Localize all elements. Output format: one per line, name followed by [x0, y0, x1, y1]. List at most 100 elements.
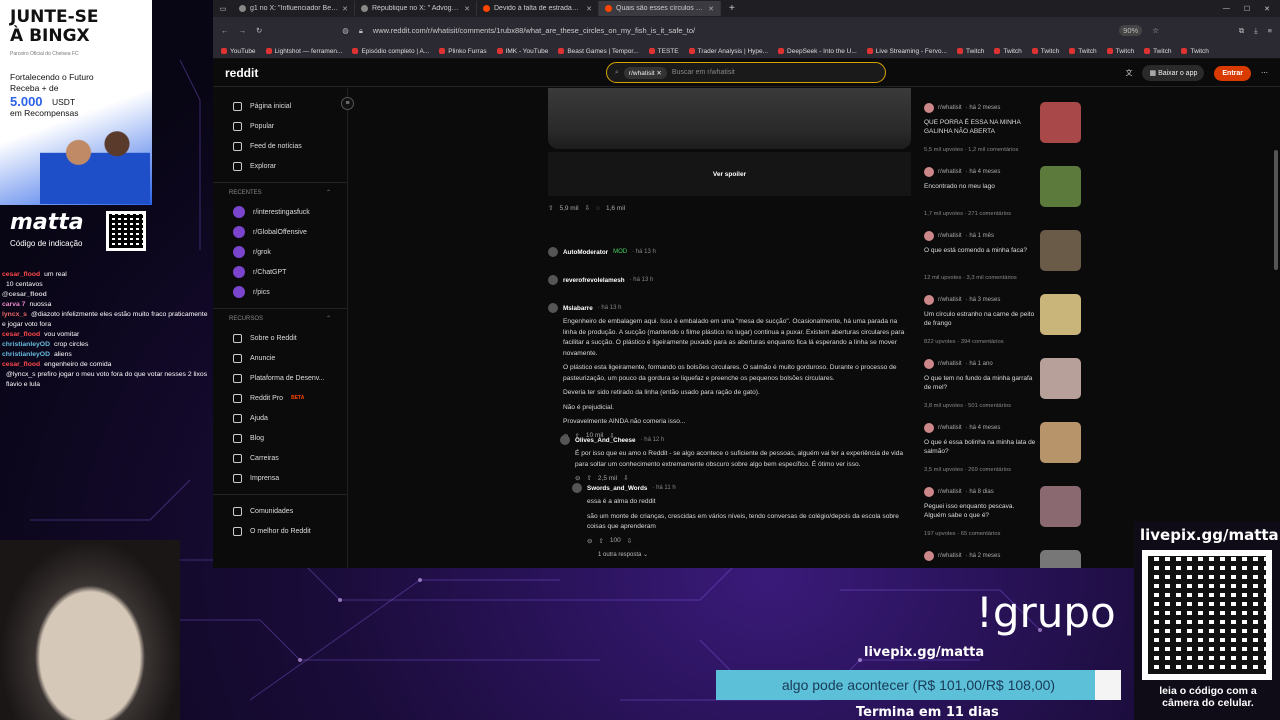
downvote-icon[interactable]: ⇩ — [627, 537, 632, 545]
avatar[interactable] — [548, 275, 558, 285]
sidebar-nav-item[interactable]: Popular — [213, 116, 347, 136]
related-post[interactable]: r/whatisit · há 4 meses O que é essa bolin… — [920, 408, 1085, 473]
comment-author[interactable]: Swords_and_Words — [587, 485, 647, 492]
avatar[interactable] — [548, 303, 558, 313]
search-bar[interactable]: ⌕ r/whatisit ✕ Buscar em r/whatisit — [606, 62, 886, 83]
avatar[interactable] — [548, 247, 558, 257]
bookmark-item[interactable]: YouTube — [221, 48, 256, 55]
upvote-icon[interactable]: ⇧ — [598, 537, 603, 545]
sidebar-resource-item[interactable]: Plataforma de Desenv... — [213, 368, 347, 388]
url-field[interactable]: www.reddit.com/r/whatisit/comments/1rubx… — [373, 26, 1109, 35]
related-post[interactable]: r/whatisit · há 8 dias Peguei isso enquant… — [920, 472, 1085, 537]
comment-icon[interactable]: ◌ — [596, 205, 600, 212]
bookmark-item[interactable]: Twitch — [956, 48, 984, 55]
related-post[interactable]: r/whatisit · há 1 ano O que tem no fundo d… — [920, 344, 1085, 409]
sidebar-nav-item[interactable]: Feed de notícias — [213, 136, 347, 156]
bookmark-item[interactable]: Trader Analysis | Hype... — [688, 48, 768, 55]
subreddit-name[interactable]: r/whatisit — [938, 489, 962, 495]
comment-author[interactable]: Mslabarre — [563, 305, 593, 312]
sidebar-collapse-button[interactable]: ≡ — [341, 97, 354, 110]
search-input[interactable]: Buscar em r/whatisit — [672, 69, 735, 76]
blurred-image[interactable] — [548, 88, 911, 149]
collapse-icon[interactable]: ⊖ — [587, 537, 592, 545]
sidebar-resource-item[interactable]: Blog — [213, 428, 347, 448]
sidebar-recent-item[interactable]: r/ChatGPT — [213, 262, 347, 282]
comment-author[interactable]: Olives_And_Cheese — [575, 437, 636, 444]
related-post-thumbnail[interactable] — [1040, 550, 1081, 568]
sidebar-recent-item[interactable]: r/grok — [213, 242, 347, 262]
login-button[interactable]: Entrar — [1214, 65, 1251, 81]
extensions-icon[interactable]: ⧉ — [1239, 26, 1244, 36]
search-scope-chip[interactable]: r/whatisit ✕ — [623, 66, 667, 79]
collapse-icon[interactable]: ⊖ — [575, 474, 580, 482]
sidebar-resource-item[interactable]: Ajuda — [213, 408, 347, 428]
browser-tab[interactable]: Quais são esses círculos no me ✕ — [599, 1, 721, 16]
sidebar-resource-item[interactable]: Imprensa — [213, 468, 347, 488]
related-post[interactable]: r/whatisit · há 4 meses Encontrado no meu … — [920, 152, 1085, 217]
zoom-level[interactable]: 90% — [1119, 25, 1143, 36]
tab-close-icon[interactable]: ✕ — [586, 5, 592, 13]
forward-icon[interactable]: → — [239, 26, 247, 35]
bookmark-item[interactable]: DeepSeek - Into the U... — [778, 48, 857, 55]
related-post[interactable]: r/whatisit · há 2 meses — [920, 536, 1085, 568]
tab-close-icon[interactable]: ✕ — [342, 5, 348, 13]
bookmark-item[interactable]: Twitch — [1144, 48, 1171, 55]
subreddit-name[interactable]: r/whatisit — [938, 425, 962, 431]
related-post[interactable]: r/whatisit · há 3 meses Um círculo estranh… — [920, 280, 1085, 345]
bookmark-item[interactable]: Twitch — [1031, 48, 1059, 55]
related-post-title[interactable]: QUE PORRA É ESSA NA MINHA GALINHA NÃO AB… — [924, 118, 1036, 136]
get-app-button[interactable]: ▦ Baixar o app — [1142, 65, 1205, 81]
tab-close-icon[interactable]: ✕ — [464, 5, 470, 13]
related-post-thumbnail[interactable] — [1040, 486, 1081, 527]
subreddit-name[interactable]: r/whatisit — [938, 361, 962, 367]
new-tab-button[interactable]: + — [721, 3, 743, 14]
related-post-thumbnail[interactable] — [1040, 230, 1081, 271]
related-post-thumbnail[interactable] — [1040, 422, 1081, 463]
bookmark-item[interactable]: Plinko Furras — [439, 48, 487, 55]
bookmark-item[interactable]: Twitch — [1106, 48, 1134, 55]
related-post-title[interactable]: O que é essa bolinha na minha lata de sa… — [924, 438, 1036, 456]
related-post-thumbnail[interactable] — [1040, 294, 1081, 335]
back-icon[interactable]: ← — [221, 26, 229, 35]
avatar[interactable] — [560, 435, 570, 445]
sidebar-resource-item[interactable]: Carreiras — [213, 448, 347, 468]
related-post[interactable]: r/whatisit · há 1 mês O que está comendo a… — [920, 216, 1085, 281]
tab-close-icon[interactable]: ✕ — [708, 5, 714, 13]
bookmark-item[interactable]: Twitch — [1069, 48, 1097, 55]
page-scrollbar[interactable] — [1274, 150, 1278, 270]
maximize-icon[interactable]: ☐ — [1244, 5, 1250, 13]
sidebar-nav-item[interactable]: Explorar — [213, 156, 347, 176]
menu-icon[interactable]: ≡ — [1268, 26, 1272, 35]
downvote-icon[interactable]: ⇩ — [623, 474, 628, 482]
bookmark-item[interactable]: Lightshot — ferramen... — [265, 48, 342, 55]
sidebar-recent-item[interactable]: r/GlobalOffensive — [213, 222, 347, 242]
related-post-title[interactable]: Peguei isso enquanto pescava. Alguém sab… — [924, 502, 1036, 520]
downloads-icon[interactable]: ⤓ — [1254, 26, 1257, 36]
subreddit-name[interactable]: r/whatisit — [938, 297, 962, 303]
spoiler-reveal[interactable]: Ver spoiler — [548, 152, 911, 196]
recent-section-header[interactable]: RECENTES ⌃ — [213, 182, 347, 202]
bookmark-item[interactable]: Episódio completo | A... — [352, 48, 429, 55]
browser-tab[interactable]: Devido à falta de estradas trans ✕ — [477, 1, 599, 16]
bookmark-item[interactable]: Beast Games | Tempor... — [558, 48, 639, 55]
sidebar-resource-item[interactable]: Sobre o Reddit — [213, 328, 347, 348]
sidebar-resource-item[interactable]: Anuncie — [213, 348, 347, 368]
sidebar-bottom-item[interactable]: Comunidades — [213, 501, 347, 521]
related-post-thumbnail[interactable] — [1040, 166, 1081, 207]
related-post-title[interactable]: O que tem no fundo da minha garrafa de m… — [924, 374, 1036, 392]
upvote-icon[interactable]: ⇧ — [548, 204, 553, 212]
avatar[interactable] — [572, 483, 582, 493]
upvote-icon[interactable]: ⇧ — [586, 474, 591, 482]
close-window-icon[interactable]: ✕ — [1264, 5, 1270, 13]
subreddit-name[interactable]: r/whatisit — [938, 105, 962, 111]
bookmark-item[interactable]: IMK - YouTube — [496, 48, 548, 55]
reload-icon[interactable]: ↻ — [256, 26, 262, 35]
sidebar-recent-item[interactable]: r/pics — [213, 282, 347, 302]
bookmark-item[interactable]: TESTE — [648, 48, 679, 55]
browser-tab[interactable]: g1 no X: "Influenciador Ben Me" ✕ — [233, 1, 355, 16]
comment-author[interactable]: reverofrevolelamesh — [563, 277, 625, 284]
browser-tab[interactable]: République no X: " Advogad" ✕ — [355, 1, 477, 16]
reddit-logo[interactable]: reddit — [225, 66, 258, 80]
subreddit-name[interactable]: r/whatisit — [938, 169, 962, 175]
sidebar-resource-item[interactable]: Reddit Pro BETA — [213, 388, 347, 408]
